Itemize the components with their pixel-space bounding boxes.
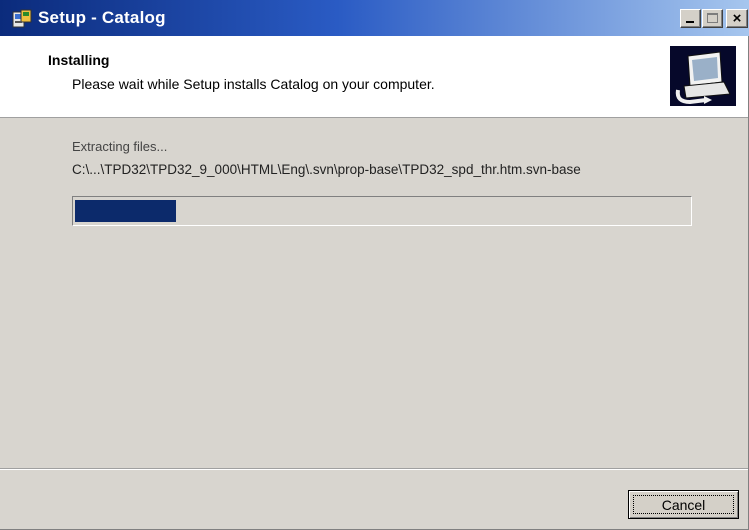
footer-divider-highlight — [0, 469, 748, 470]
page-title: Installing — [48, 52, 110, 68]
minimize-icon[interactable] — [680, 9, 701, 28]
progress-fill — [75, 200, 176, 222]
wizard-header: Installing Please wait while Setup insta… — [0, 36, 748, 118]
cancel-button[interactable]: Cancel — [628, 490, 739, 519]
cancel-button-label: Cancel — [661, 496, 706, 513]
page-subtitle: Please wait while Setup installs Catalog… — [72, 76, 435, 92]
current-file-path: C:\...\TPD32\TPD32_9_000\HTML\Eng\.svn\p… — [72, 162, 581, 177]
install-progress-bar — [72, 196, 692, 226]
setup-window: Setup - Catalog × Installing Please wait… — [0, 0, 749, 530]
close-glyph: × — [732, 10, 742, 27]
close-icon[interactable]: × — [726, 9, 748, 28]
window-title: Setup - Catalog — [38, 8, 166, 27]
computer-install-icon — [666, 42, 740, 116]
title-bar[interactable]: Setup - Catalog × — [0, 0, 749, 36]
setup-installer-icon — [12, 9, 32, 28]
maximize-icon[interactable] — [702, 9, 723, 28]
status-label: Extracting files... — [72, 139, 168, 154]
